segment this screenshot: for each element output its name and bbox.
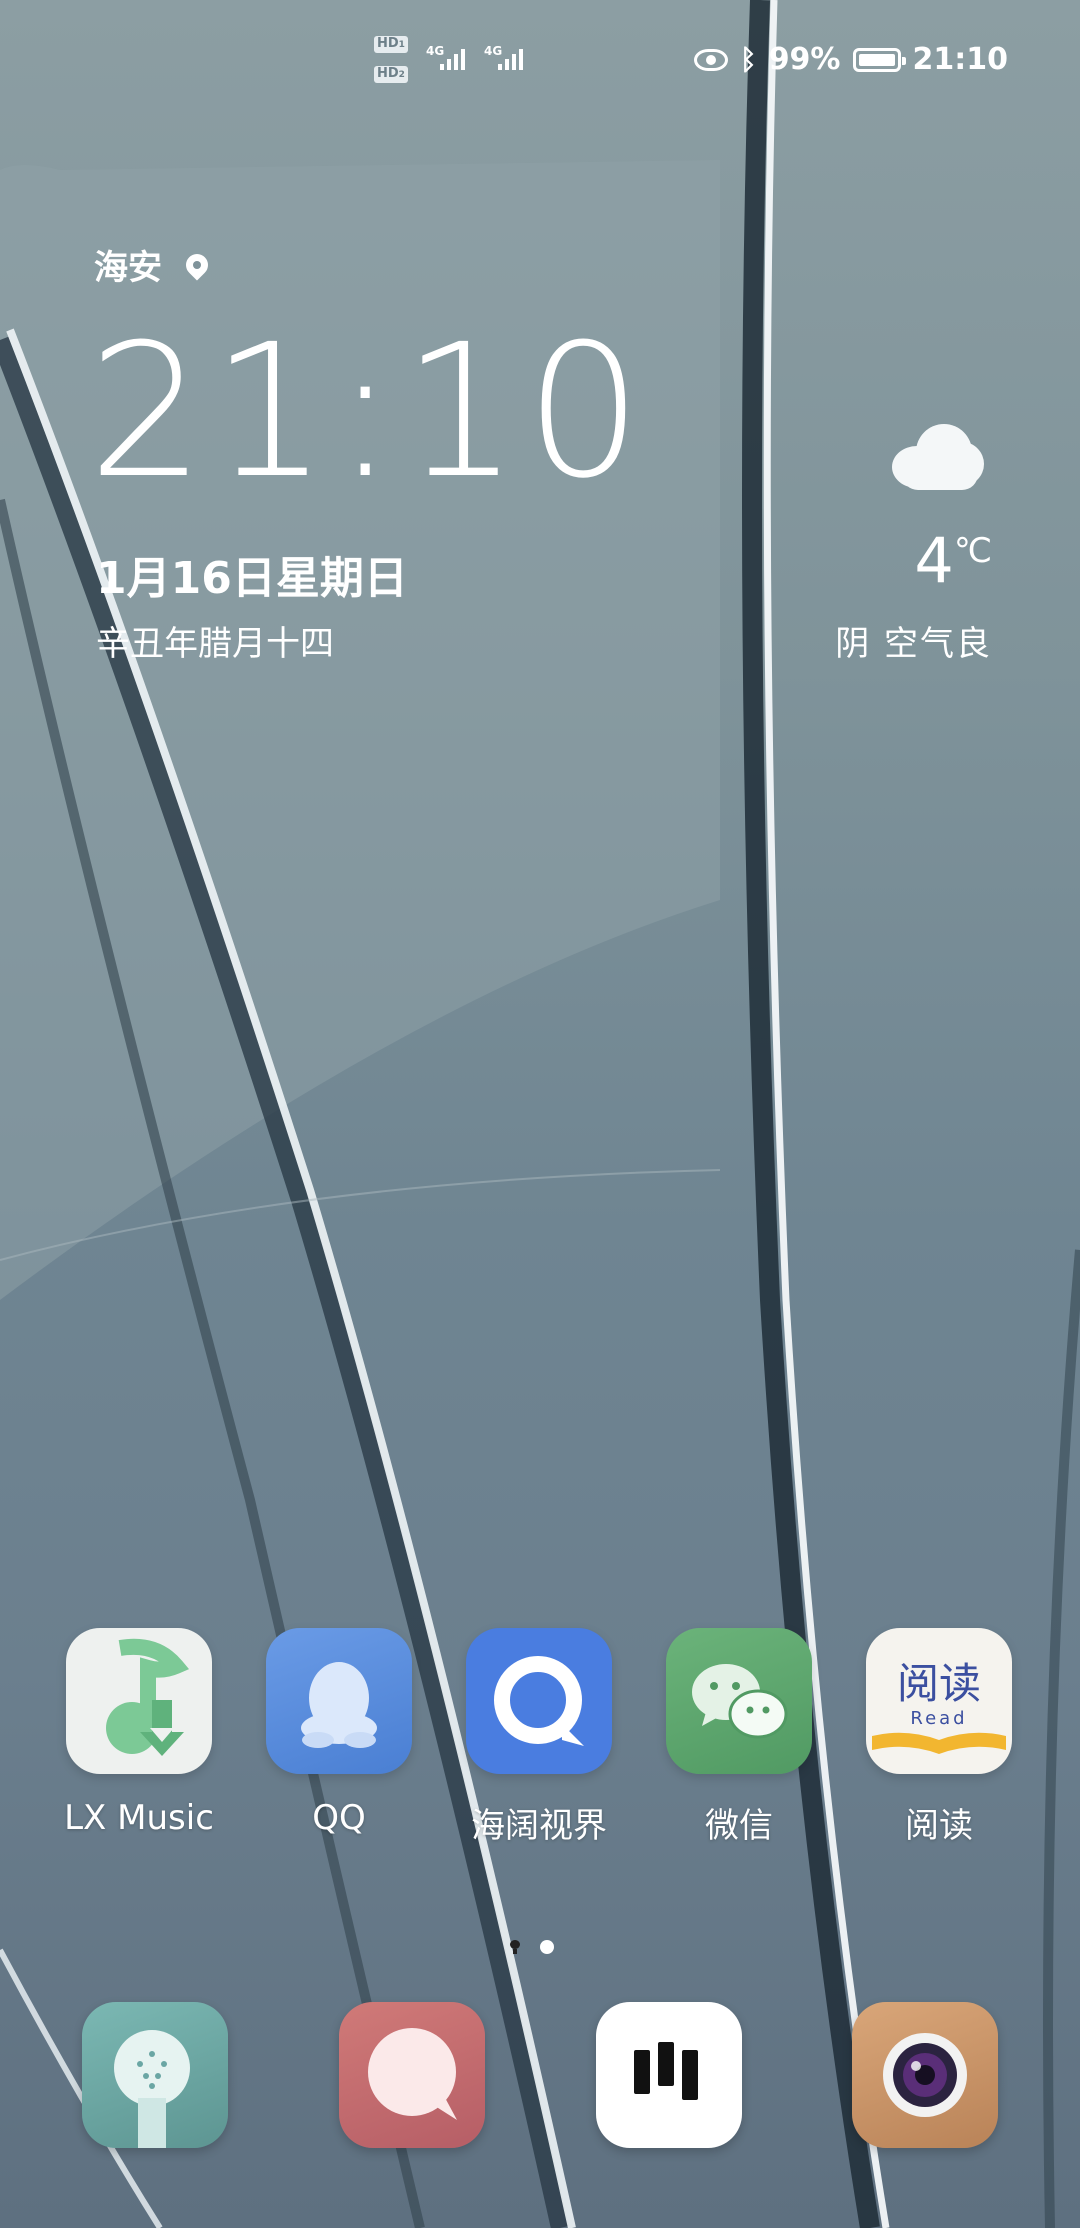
lunar-date: 辛丑年腊月十四 [96, 624, 334, 664]
browser-icon[interactable] [596, 2002, 742, 2148]
app-lx-music[interactable]: LX Music [64, 1628, 214, 1838]
signal-indicators: HD1 HD2 4G 4G [374, 36, 534, 86]
camera-icon[interactable] [852, 2002, 998, 2148]
battery-percent: 99% [768, 42, 841, 77]
status-bar: HD1 HD2 4G 4G ᛒ 99% 21:10 [0, 36, 1080, 86]
app-read[interactable]: 阅读 Read 阅读 [864, 1628, 1014, 1847]
clock-date: 1月16日星期日 [96, 553, 408, 604]
eye-comfort-icon [693, 48, 728, 71]
app-label: QQ [312, 1798, 366, 1838]
page-dot-2-active[interactable] [540, 1940, 554, 1954]
location-pin-icon [181, 248, 213, 281]
cloud-icon[interactable] [888, 420, 984, 492]
location-city[interactable]: 海安 [94, 240, 213, 289]
haikuo-icon[interactable] [466, 1628, 612, 1774]
city-label: 海安 [94, 248, 162, 288]
phone-icon[interactable] [82, 2002, 228, 2148]
temperature[interactable]: 4℃ [914, 530, 992, 592]
app-qq[interactable]: QQ [264, 1628, 414, 1838]
sim1-hd-badge: HD1 [374, 36, 408, 53]
status-right-group: ᛒ 99% 21:10 [693, 42, 1009, 77]
app-haikuo[interactable]: 海阔视界 [464, 1628, 614, 1847]
status-time: 21:10 [912, 42, 1009, 77]
temperature-unit: ℃ [953, 531, 992, 571]
signal-icon [498, 46, 523, 70]
app-label: LX Music [64, 1798, 214, 1838]
battery-icon [852, 47, 906, 72]
read-book-icon[interactable]: 阅读 Read [866, 1628, 1012, 1774]
bluetooth-icon: ᛒ [739, 43, 757, 76]
app-wechat[interactable]: 微信 [664, 1628, 814, 1847]
sim2-hd-badge: HD2 [374, 66, 408, 83]
lx-music-icon[interactable] [66, 1628, 212, 1774]
temperature-value: 4 [914, 524, 954, 597]
app-label: 微信 [705, 1806, 773, 1846]
qq-penguin-icon[interactable] [266, 1628, 412, 1774]
messages-icon[interactable] [339, 2002, 485, 2148]
app-label: 阅读 [905, 1806, 973, 1846]
clock-time[interactable]: 21:10 [88, 320, 648, 504]
page-dot-1[interactable] [510, 1940, 520, 1954]
signal-icon [440, 46, 465, 70]
page-indicator[interactable] [510, 1940, 554, 1954]
wechat-icon[interactable] [666, 1628, 812, 1774]
app-label: 海阔视界 [471, 1806, 607, 1846]
weather-description: 阴 空气良 [835, 624, 992, 664]
